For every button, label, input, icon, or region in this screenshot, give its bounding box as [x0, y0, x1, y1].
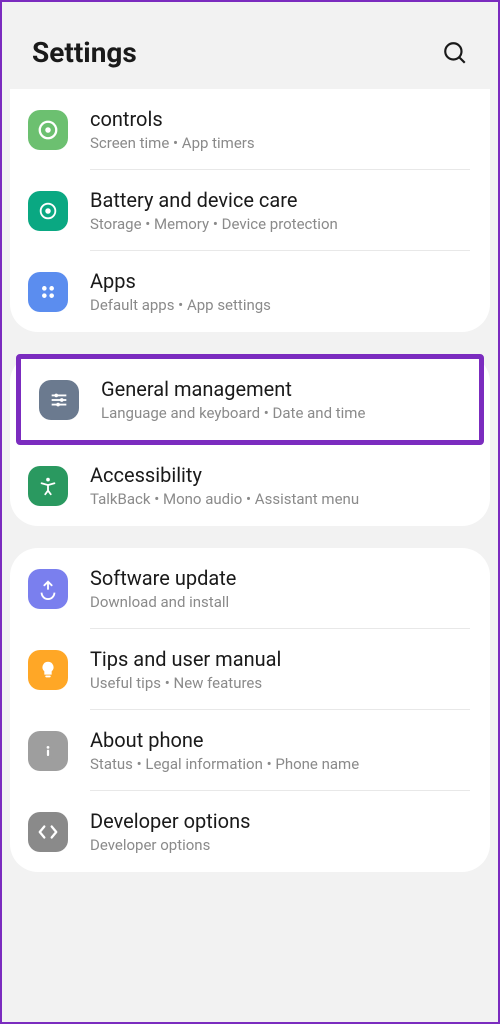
settings-item-software-update[interactable]: Software update Download and install — [10, 548, 490, 629]
digital-wellbeing-icon — [28, 110, 68, 150]
settings-item-developer-options[interactable]: Developer options Developer options — [10, 791, 490, 872]
search-icon[interactable] — [442, 40, 468, 66]
settings-item-controls[interactable]: controls Screen time • App timers — [10, 89, 490, 170]
item-title: About phone — [90, 728, 472, 752]
item-title: Software update — [90, 566, 472, 590]
bulb-icon — [28, 650, 68, 690]
item-title: Developer options — [90, 809, 472, 833]
item-subtitle: TalkBack • Mono audio • Assistant menu — [90, 490, 472, 508]
item-text: controls Screen time • App timers — [90, 107, 472, 152]
settings-item-apps[interactable]: Apps Default apps • App settings — [10, 251, 490, 332]
item-subtitle: Status • Legal information • Phone name — [90, 755, 472, 773]
item-text: Apps Default apps • App settings — [90, 269, 472, 314]
item-title: Apps — [90, 269, 472, 293]
item-title: General management — [101, 377, 461, 401]
settings-group: controls Screen time • App timers Batter… — [10, 89, 490, 332]
item-text: Accessibility TalkBack • Mono audio • As… — [90, 463, 472, 508]
item-text: Developer options Developer options — [90, 809, 472, 854]
sliders-icon — [39, 380, 79, 420]
item-text: Tips and user manual Useful tips • New f… — [90, 647, 472, 692]
code-icon — [28, 812, 68, 852]
settings-group: Software update Download and install Tip… — [10, 548, 490, 872]
item-subtitle: Developer options — [90, 836, 472, 854]
header: Settings — [2, 2, 498, 89]
settings-group: General management Language and keyboard… — [10, 354, 490, 526]
settings-item-general-management[interactable]: General management Language and keyboard… — [16, 354, 484, 445]
item-subtitle: Useful tips • New features — [90, 674, 472, 692]
apps-icon — [28, 272, 68, 312]
item-subtitle: Storage • Memory • Device protection — [90, 215, 472, 233]
item-title: Battery and device care — [90, 188, 472, 212]
update-icon — [28, 569, 68, 609]
item-text: About phone Status • Legal information •… — [90, 728, 472, 773]
item-title: controls — [90, 107, 472, 131]
settings-item-accessibility[interactable]: Accessibility TalkBack • Mono audio • As… — [10, 445, 490, 526]
info-icon — [28, 731, 68, 771]
item-text: General management Language and keyboard… — [101, 377, 461, 422]
item-text: Software update Download and install — [90, 566, 472, 611]
item-text: Battery and device care Storage • Memory… — [90, 188, 472, 233]
accessibility-icon — [28, 466, 68, 506]
item-title: Tips and user manual — [90, 647, 472, 671]
page-title: Settings — [32, 36, 137, 69]
battery-icon — [28, 191, 68, 231]
item-subtitle: Language and keyboard • Date and time — [101, 404, 461, 422]
item-subtitle: Screen time • App timers — [90, 134, 472, 152]
item-subtitle: Download and install — [90, 593, 472, 611]
settings-item-battery[interactable]: Battery and device care Storage • Memory… — [10, 170, 490, 251]
settings-item-about-phone[interactable]: About phone Status • Legal information •… — [10, 710, 490, 791]
item-subtitle: Default apps • App settings — [90, 296, 472, 314]
settings-item-tips[interactable]: Tips and user manual Useful tips • New f… — [10, 629, 490, 710]
item-title: Accessibility — [90, 463, 472, 487]
